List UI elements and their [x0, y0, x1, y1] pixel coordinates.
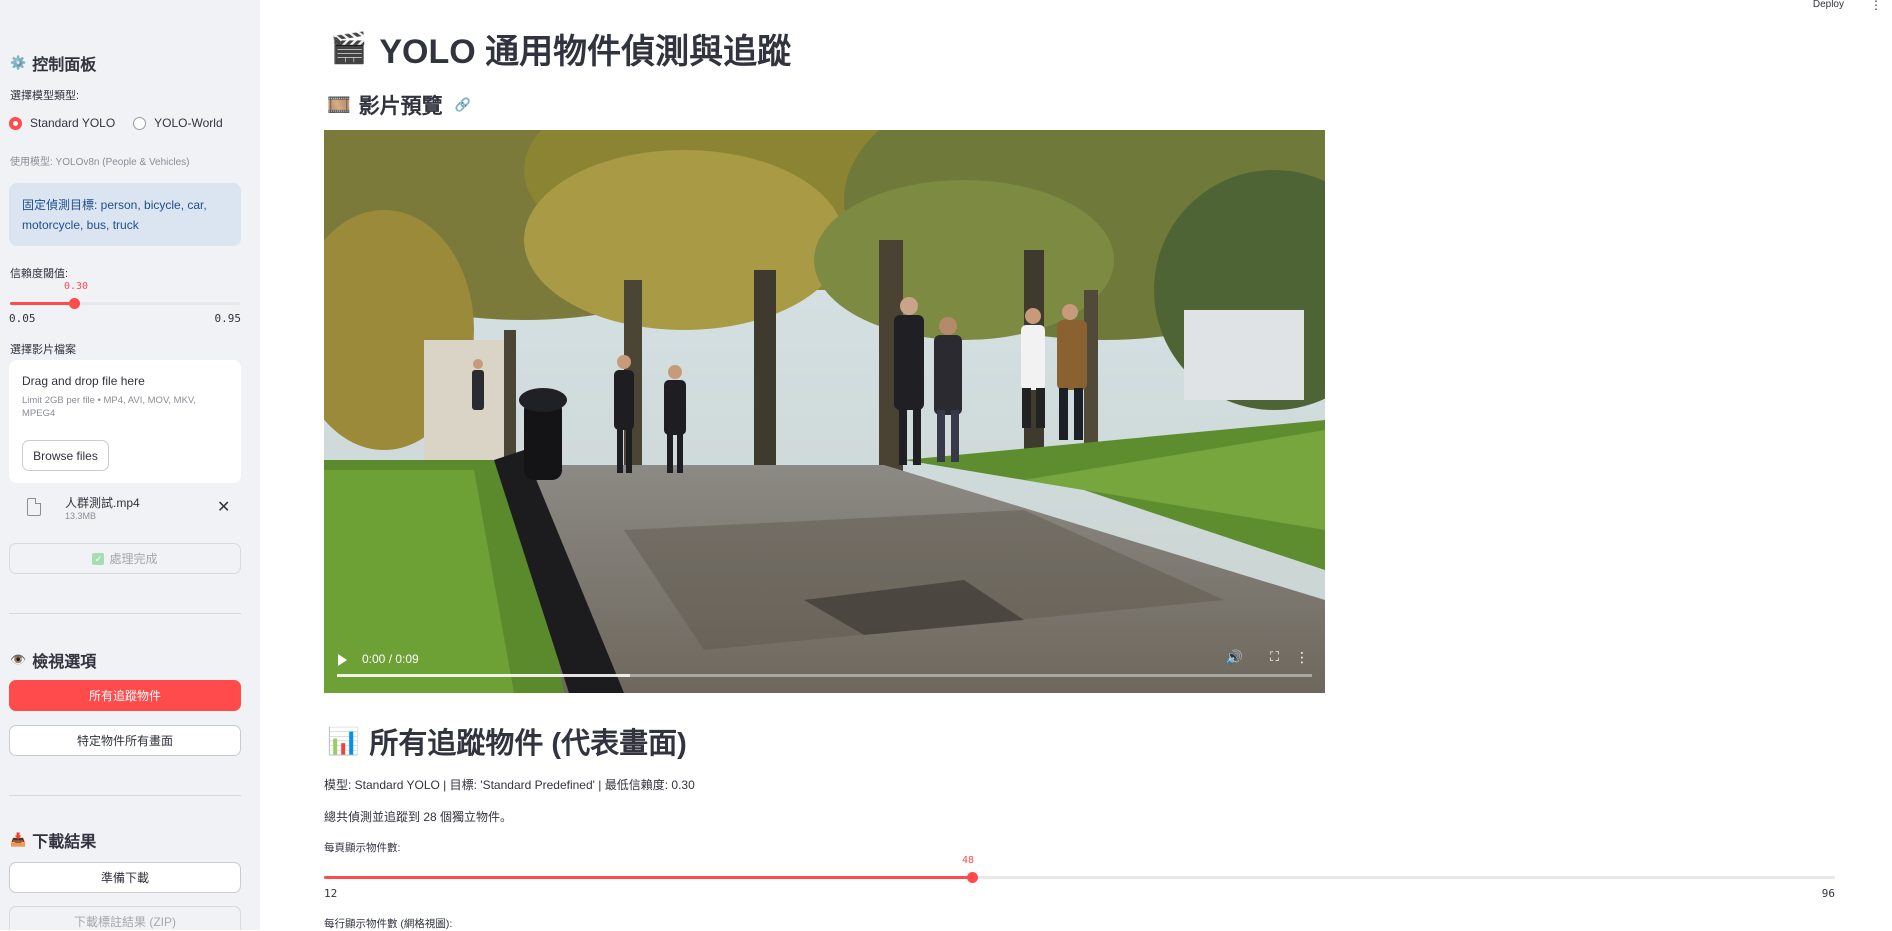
sidebar: ⚙️ 控制面板 選擇模型類型: Standard YOLO YOLO-World… — [0, 0, 260, 930]
per-page-label: 每頁顯示物件數: — [324, 842, 401, 854]
download-zip-button: 下載標註結果 (ZIP) — [9, 906, 241, 930]
chart-icon: 📊 — [327, 725, 360, 756]
confidence-min: 0.05 — [9, 312, 36, 325]
divider — [9, 613, 241, 614]
model-type-label: 選擇模型類型: — [10, 90, 80, 102]
download-title: 下載結果 — [32, 834, 97, 851]
page-title-text: YOLO 通用物件偵測與追蹤 — [379, 33, 792, 71]
download-icon: 📥 — [10, 832, 27, 847]
objects-title: 所有追蹤物件 (代表畫面) — [369, 728, 687, 760]
per-page-slider[interactable]: 48 12 96 — [324, 855, 1835, 905]
per-page-value: 48 — [962, 855, 975, 866]
confidence-fill — [10, 302, 74, 305]
video-frame — [324, 130, 1325, 693]
link-icon[interactable]: 🔗 — [455, 97, 471, 113]
radio-yolo-world[interactable]: YOLO-World — [133, 116, 223, 130]
dropzone-limit: Limit 2GB per file • MP4, AVI, MOV, MKV,… — [22, 395, 197, 419]
radio-selected-icon — [9, 116, 22, 130]
film-icon: 🎞️ — [327, 95, 351, 116]
video-progress-bar[interactable] — [337, 674, 1312, 677]
more-options-icon[interactable]: ⋮ — [1295, 649, 1309, 666]
file-name: 人群測試.mp4 — [65, 496, 140, 510]
model-caption: 使用模型: YOLOv8n (People & Vehicles) — [10, 157, 190, 168]
confidence-slider[interactable]: 0.30 0.05 0.95 — [9, 278, 242, 328]
deploy-button[interactable]: Deploy — [1813, 0, 1844, 10]
view-options-title: 檢視選項 — [32, 654, 97, 671]
dropzone-title: Drag and drop file here — [22, 374, 145, 388]
confidence-max: 0.95 — [214, 312, 242, 325]
gear-icon: ⚙️ — [10, 55, 27, 70]
process-done-label: 處理完成 — [109, 552, 158, 566]
eye-icon: 👁️ — [10, 652, 27, 667]
prepare-download-button[interactable]: 準備下載 — [9, 862, 241, 893]
uploaded-file: 人群測試.mp4 13.3MB ✕ — [9, 490, 241, 530]
video-time: 0:00 / 0:09 — [362, 652, 419, 666]
per-page-max: 96 — [1821, 887, 1835, 900]
file-uploader-dropzone[interactable]: Drag and drop file here Limit 2GB per fi… — [9, 360, 241, 483]
main-menu-icon[interactable]: ⋮ — [1870, 0, 1882, 12]
fullscreen-icon[interactable]: ⛶ — [1270, 649, 1279, 665]
check-icon: ✓ — [92, 552, 105, 565]
video-controls: 0:00 / 0:09 🔊 ⛶ ⋮ — [324, 643, 1325, 693]
summary-line: 模型: Standard YOLO | 目標: 'Standard Predef… — [324, 778, 695, 792]
confidence-thumb[interactable] — [69, 298, 80, 309]
radio-label: Standard YOLO — [30, 116, 116, 130]
browse-files-button[interactable]: Browse files — [22, 440, 109, 471]
volume-icon[interactable]: 🔊 — [1226, 649, 1243, 666]
process-done-button: ✓ 處理完成 — [9, 543, 241, 574]
divider — [9, 795, 241, 796]
view-all-objects-button[interactable]: 所有追蹤物件 — [9, 680, 241, 711]
remove-file-icon[interactable]: ✕ — [217, 497, 230, 517]
confidence-value: 0.30 — [64, 281, 89, 292]
main-content: Deploy ⋮ 🎬 YOLO 通用物件偵測與追蹤 🎞️ 影片預覽 🔗 0:00… — [260, 0, 1892, 930]
control-panel-title: 控制面板 — [32, 57, 97, 74]
per-page-thumb[interactable] — [967, 872, 978, 883]
per-row-label: 每行顯示物件數 (網格視圖): — [324, 918, 453, 930]
file-icon — [27, 498, 41, 516]
view-options-heading: 👁️ 檢視選項 — [10, 648, 96, 672]
count-line: 總共偵測並追蹤到 28 個獨立物件。 — [324, 810, 513, 824]
fixed-targets-info: 固定偵測目標: person, bicycle, car, motorcycle… — [9, 183, 241, 246]
video-buffered — [337, 674, 630, 677]
file-select-label: 選擇影片檔案 — [10, 344, 76, 356]
view-specific-object-button[interactable]: 特定物件所有畫面 — [9, 725, 241, 756]
clapperboard-icon: 🎬 — [330, 32, 368, 65]
per-page-fill — [324, 876, 972, 879]
file-size: 13.3MB — [65, 511, 97, 521]
preview-title: 影片預覽 — [358, 95, 443, 118]
per-page-min: 12 — [324, 887, 338, 900]
model-type-radio-group: Standard YOLO YOLO-World — [9, 116, 241, 130]
play-icon[interactable] — [338, 654, 347, 666]
download-heading: 📥 下載結果 — [10, 828, 96, 852]
radio-unselected-icon — [133, 116, 147, 130]
radio-label: YOLO-World — [154, 116, 223, 130]
objects-heading: 📊 所有追蹤物件 (代表畫面) — [327, 720, 687, 762]
control-panel-heading: ⚙️ 控制面板 — [10, 51, 96, 75]
video-player[interactable]: 0:00 / 0:09 🔊 ⛶ ⋮ — [324, 130, 1325, 693]
page-title: 🎬 YOLO 通用物件偵測與追蹤 — [330, 24, 791, 73]
preview-heading: 🎞️ 影片預覽 🔗 — [327, 90, 471, 120]
radio-standard-yolo[interactable]: Standard YOLO — [9, 116, 115, 130]
